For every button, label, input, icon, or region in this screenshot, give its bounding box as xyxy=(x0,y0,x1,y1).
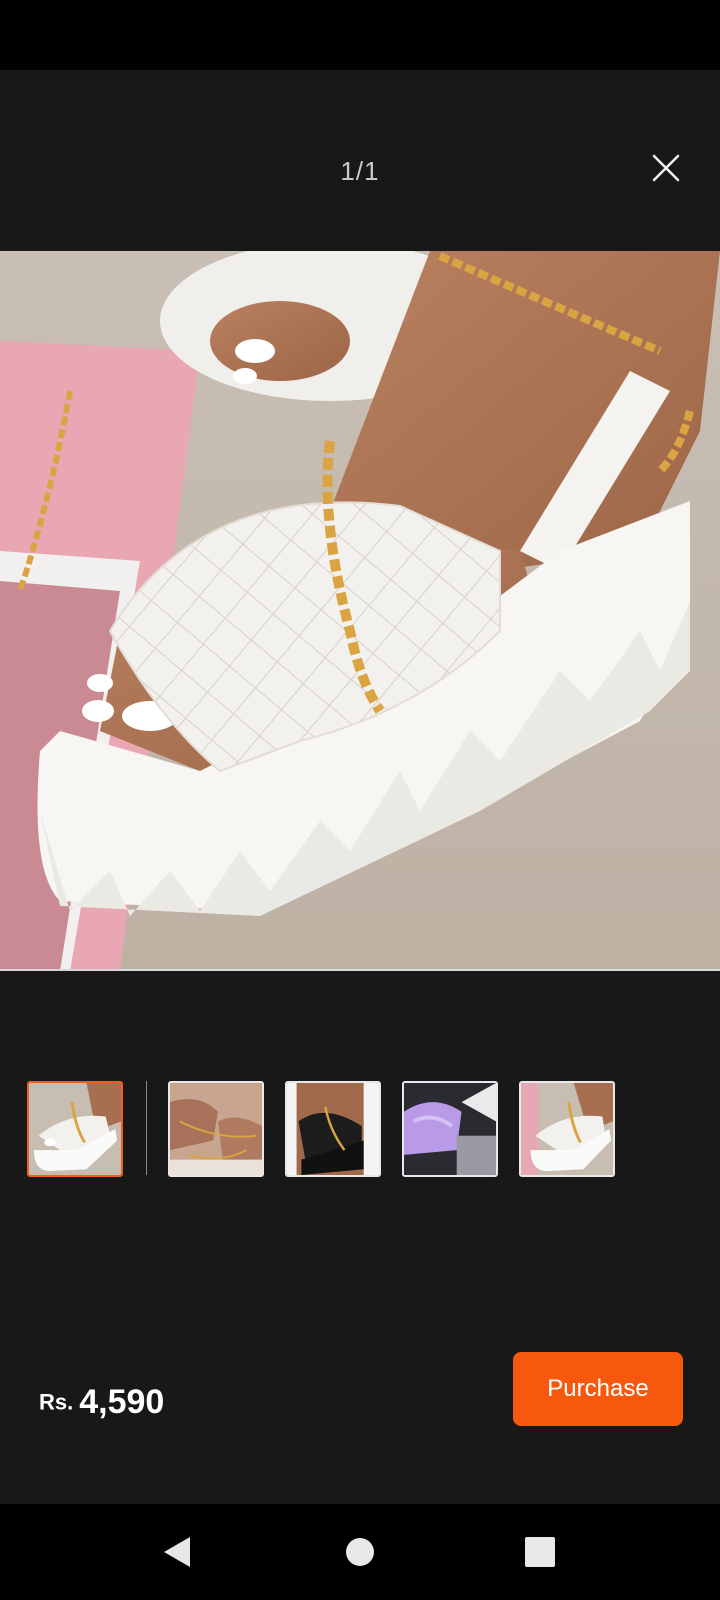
nav-back-button[interactable] xyxy=(160,1534,196,1570)
home-circle-icon xyxy=(346,1538,374,1566)
thumbnail-2[interactable] xyxy=(168,1081,264,1177)
thumbnail-image xyxy=(170,1083,262,1175)
thumbnail-1[interactable] xyxy=(27,1081,123,1177)
main-product-image[interactable] xyxy=(0,251,720,971)
thumbnail-image xyxy=(287,1083,379,1175)
nav-home-button[interactable] xyxy=(342,1534,378,1570)
close-button[interactable] xyxy=(644,146,688,190)
product-photo xyxy=(0,251,720,969)
recents-square-icon xyxy=(525,1537,555,1567)
price: Rs. 4,590 xyxy=(39,1383,164,1422)
thumbnail-image xyxy=(29,1083,121,1175)
price-currency: Rs. xyxy=(39,1389,74,1415)
thumbnail-image xyxy=(521,1083,613,1175)
thumbnail-image xyxy=(404,1083,496,1175)
status-bar xyxy=(0,0,720,70)
thumbnail-divider xyxy=(146,1081,147,1175)
close-icon xyxy=(652,154,680,182)
thumbnail-5[interactable] xyxy=(519,1081,615,1177)
purchase-button[interactable]: Purchase xyxy=(513,1352,683,1426)
back-triangle-icon xyxy=(164,1537,190,1567)
system-nav-bar xyxy=(0,1504,720,1600)
nav-recents-button[interactable] xyxy=(522,1534,558,1570)
thumbnail-4[interactable] xyxy=(402,1081,498,1177)
thumbnail-3[interactable] xyxy=(285,1081,381,1177)
thumbnail-strip xyxy=(0,1081,720,1177)
price-amount: 4,590 xyxy=(79,1383,165,1421)
image-counter: 1/1 xyxy=(340,156,380,186)
